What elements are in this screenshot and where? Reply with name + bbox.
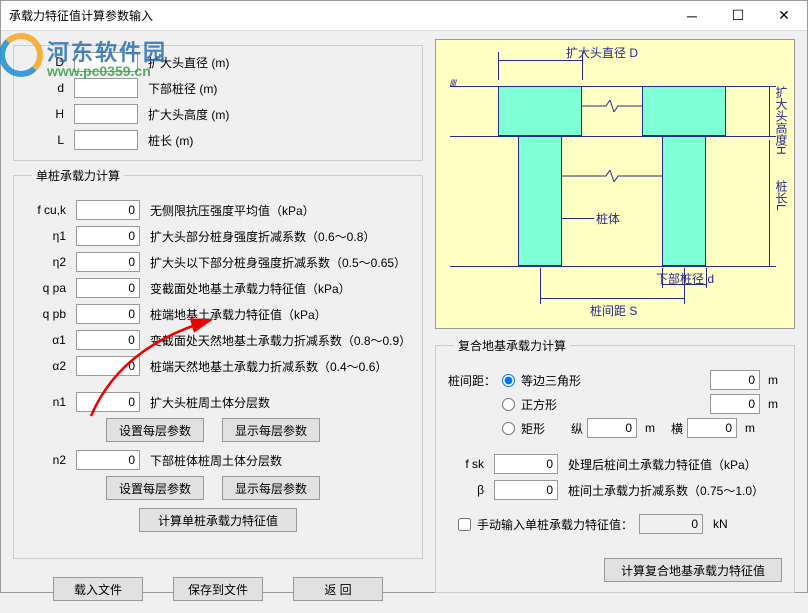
n2-set-layer-button[interactable]: 设置每层参数 <box>106 476 204 500</box>
desc-qpa: 变截面处地基土承载力特征值（kPa） <box>146 280 351 297</box>
input-qpb[interactable] <box>76 304 140 324</box>
n2-show-layer-button[interactable]: 显示每层参数 <box>222 476 320 500</box>
desc-qpb: 桩端地基土承载力特征值（kPa） <box>146 306 327 323</box>
desc-n2: 下部桩体桩周土体分层数 <box>146 452 282 469</box>
desc-d: 下部桩径 (m) <box>144 80 217 97</box>
desc-fsk: 处理后桩间土承载力特征值（kPa） <box>564 456 757 473</box>
input-a1[interactable] <box>76 330 140 350</box>
sym-a2: α2 <box>26 359 70 373</box>
input-H[interactable] <box>74 104 138 124</box>
n1-show-layer-button[interactable]: 显示每层参数 <box>222 418 320 442</box>
input-D[interactable] <box>74 52 138 72</box>
content-area: 河东软件园 www.pc0359.cn D 扩大头直径 (m) d 下部桩径 (… <box>1 31 807 613</box>
desc-D: 扩大头直径 (m) <box>144 54 229 71</box>
input-qpa[interactable] <box>76 278 140 298</box>
maximize-button[interactable]: ☐ <box>715 1 761 31</box>
label-rect: 矩形 <box>521 420 559 437</box>
manual-label: 手动输入单桩承载力特征值： <box>477 516 633 533</box>
input-a2[interactable] <box>76 356 140 376</box>
sym-qpa: q pa <box>26 281 70 295</box>
geometry-group: D 扩大头直径 (m) d 下部桩径 (m) H 扩大头高度 (m) L <box>13 45 423 161</box>
sym-eta1: η1 <box>26 229 70 243</box>
row-d: d 下部桩径 (m) <box>24 78 412 98</box>
right-panel: 扩大头直径 D //// <box>435 39 795 601</box>
main-window: 承载力特征值计算参数输入 ─ ☐ ✕ 河东软件园 www.pc0359.cn D… <box>0 0 808 593</box>
sym-fcu: f cu,k <box>26 203 70 217</box>
n1-set-layer-button[interactable]: 设置每层参数 <box>106 418 204 442</box>
desc-a2: 桩端天然地基土承载力折减系数（0.4～0.6） <box>146 358 387 375</box>
radio-row-tri: 等边三角形 m <box>502 370 782 390</box>
input-eta2[interactable] <box>76 252 140 272</box>
sym-qpb: q pb <box>26 307 70 321</box>
checkbox-manual[interactable] <box>458 518 471 531</box>
input-rect-h[interactable] <box>687 418 737 438</box>
input-eta1[interactable] <box>76 226 140 246</box>
sym-eta2: η2 <box>26 255 70 269</box>
row-D: D 扩大头直径 (m) <box>24 52 412 72</box>
input-sq[interactable] <box>710 394 760 414</box>
sym-a1: α1 <box>26 333 70 347</box>
input-tri[interactable] <box>710 370 760 390</box>
sym-fsk: f sk <box>448 457 488 471</box>
close-button[interactable]: ✕ <box>761 1 807 31</box>
input-L[interactable] <box>74 130 138 150</box>
input-beta[interactable] <box>494 480 558 500</box>
composite-fieldset: 复合地基承载力计算 桩间距： 等边三角形 m 正方形 <box>435 337 795 593</box>
composite-title: 复合地基承载力计算 <box>454 337 570 354</box>
sym-n1: n1 <box>26 395 70 409</box>
desc-beta: 桩间土承载力折减系数（0.75～1.0） <box>564 482 764 499</box>
titlebar: 承载力特征值计算参数输入 ─ ☐ ✕ <box>1 1 807 31</box>
return-button[interactable]: 返 回 <box>293 577 383 601</box>
radio-tri[interactable] <box>502 374 515 387</box>
minimize-button[interactable]: ─ <box>669 1 715 31</box>
desc-L: 桩长 (m) <box>144 132 193 149</box>
pile-diagram: 扩大头直径 D //// <box>435 39 795 329</box>
input-n2[interactable] <box>76 450 140 470</box>
radio-rect[interactable] <box>502 422 515 435</box>
input-n1[interactable] <box>76 392 140 412</box>
sym-n2: n2 <box>26 453 70 467</box>
row-L: L 桩长 (m) <box>24 130 412 150</box>
input-manual <box>639 514 703 534</box>
desc-n1: 扩大头桩周土体分层数 <box>146 394 270 411</box>
radio-row-sq: 正方形 m <box>502 394 782 414</box>
load-file-button[interactable]: 载入文件 <box>53 577 143 601</box>
calc-composite-button[interactable]: 计算复合地基承载力特征值 <box>604 558 782 582</box>
desc-fcu: 无侧限抗压强度平均值（kPa） <box>146 202 315 219</box>
left-panel: D 扩大头直径 (m) d 下部桩径 (m) H 扩大头高度 (m) L <box>13 39 423 601</box>
sym-d: d <box>24 81 68 95</box>
single-pile-fieldset: 单桩承载力计算 f cu,k 无侧限抗压强度平均值（kPa） η1 扩大头部分桩身强… <box>13 167 423 559</box>
desc-eta2: 扩大头以下部分桩身强度折减系数（0.5～0.65） <box>146 254 406 271</box>
window-title: 承载力特征值计算参数输入 <box>9 7 669 24</box>
radio-row-rect: 矩形 纵 m 横 m <box>502 418 782 438</box>
input-rect-v[interactable] <box>587 418 637 438</box>
radio-sq[interactable] <box>502 398 515 411</box>
sym-beta: β <box>448 483 488 497</box>
label-tri: 等边三角形 <box>521 372 591 389</box>
sym-D: D <box>24 55 68 69</box>
sym-L: L <box>24 133 68 147</box>
label-sq: 正方形 <box>521 396 591 413</box>
desc-a1: 变截面处天然地基土承载力折减系数（0.8～0.9） <box>146 332 410 349</box>
single-pile-title: 单桩承载力计算 <box>32 167 124 184</box>
spacing-label: 桩间距： <box>448 370 498 442</box>
desc-eta1: 扩大头部分桩身强度折减系数（0.6～0.8） <box>146 228 375 245</box>
sym-H: H <box>24 107 68 121</box>
input-fcu[interactable] <box>76 200 140 220</box>
row-H: H 扩大头高度 (m) <box>24 104 412 124</box>
desc-H: 扩大头高度 (m) <box>144 106 229 123</box>
save-file-button[interactable]: 保存到文件 <box>173 577 263 601</box>
input-fsk[interactable] <box>494 454 558 474</box>
calc-single-pile-button[interactable]: 计算单桩承载力特征值 <box>139 508 297 532</box>
input-d[interactable] <box>74 78 138 98</box>
